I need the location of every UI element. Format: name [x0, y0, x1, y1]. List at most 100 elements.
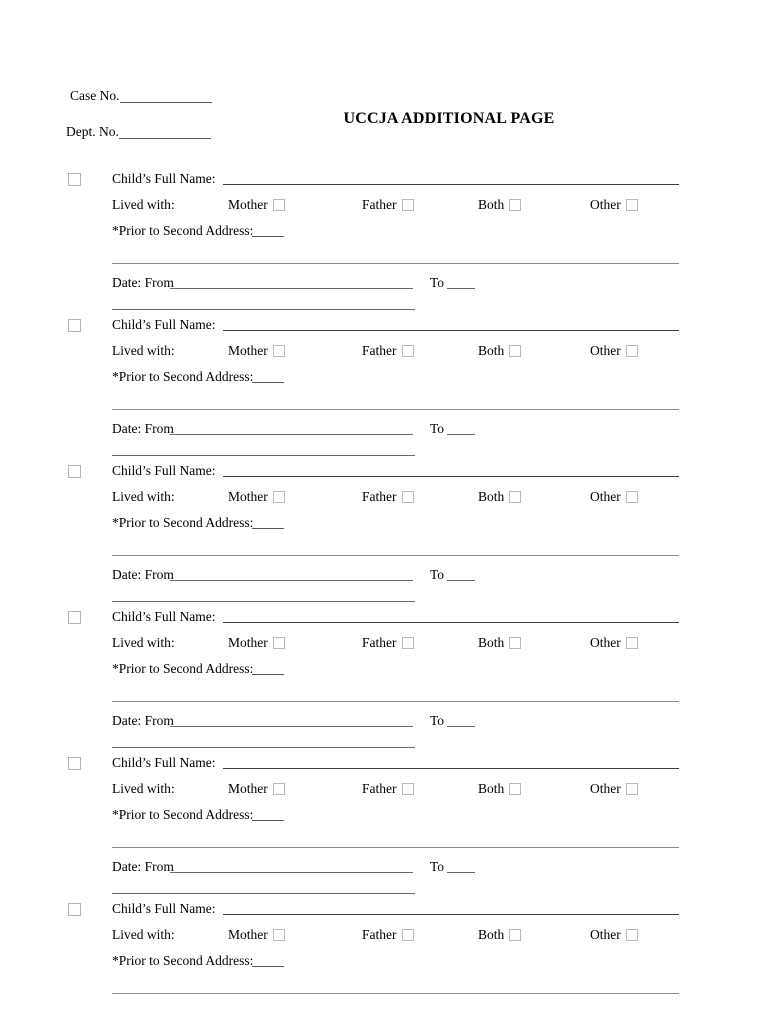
- prior-address-input[interactable]: [252, 528, 284, 529]
- lived-with-option-mother[interactable]: Mother: [228, 634, 285, 651]
- child-name-input[interactable]: [223, 184, 679, 185]
- lived-with-option-checkbox[interactable]: [625, 783, 638, 795]
- date-from-input[interactable]: [170, 434, 413, 435]
- prior-address-input[interactable]: [252, 382, 284, 383]
- lived-with-option-father[interactable]: Father: [362, 488, 414, 505]
- date-range-row: Date: From To: [0, 420, 770, 446]
- date-range-row: Date: From To: [0, 566, 770, 592]
- lived-with-option-father[interactable]: Father: [362, 342, 414, 359]
- lived-with-option-mother[interactable]: Mother: [228, 342, 285, 359]
- lived-with-option-both[interactable]: Both: [478, 926, 522, 943]
- lived-with-option-checkbox[interactable]: [272, 637, 285, 649]
- lived-with-option-checkbox[interactable]: [509, 345, 522, 357]
- lived-with-option-other[interactable]: Other: [590, 342, 638, 359]
- lived-with-option-checkbox[interactable]: [272, 491, 285, 503]
- prior-address-input[interactable]: [252, 966, 284, 967]
- lived-with-option-other[interactable]: Other: [590, 780, 638, 797]
- date-from-input[interactable]: [170, 872, 413, 873]
- entry-select-checkbox[interactable]: [68, 173, 81, 186]
- prior-address-input[interactable]: [252, 674, 284, 675]
- date-range-row: Date: From To: [0, 274, 770, 300]
- entry-select-checkbox[interactable]: [68, 757, 81, 770]
- date-to-input[interactable]: [447, 288, 475, 289]
- child-name-input[interactable]: [223, 330, 679, 331]
- lived-with-option-mother[interactable]: Mother: [228, 926, 285, 943]
- prior-address-input[interactable]: [252, 236, 284, 237]
- lived-with-option-checkbox[interactable]: [625, 929, 638, 941]
- lived-with-option-label: Other: [590, 781, 621, 796]
- lived-with-option-father[interactable]: Father: [362, 634, 414, 651]
- lived-with-option-both[interactable]: Both: [478, 196, 522, 213]
- lived-with-option-checkbox[interactable]: [625, 199, 638, 211]
- date-secondary-rule[interactable]: [112, 893, 415, 894]
- lived-with-option-checkbox[interactable]: [272, 199, 285, 211]
- lived-with-option-father[interactable]: Father: [362, 780, 414, 797]
- date-to-input[interactable]: [447, 434, 475, 435]
- child-name-input[interactable]: [223, 622, 679, 623]
- date-from-input[interactable]: [170, 580, 413, 581]
- lived-with-option-other[interactable]: Other: [590, 488, 638, 505]
- lived-with-option-father[interactable]: Father: [362, 926, 414, 943]
- lived-with-option-checkbox[interactable]: [625, 345, 638, 357]
- lived-with-option-checkbox[interactable]: [509, 199, 522, 211]
- lived-with-option-checkbox[interactable]: [401, 929, 414, 941]
- lived-with-option-checkbox[interactable]: [509, 929, 522, 941]
- date-secondary-rule[interactable]: [112, 601, 415, 602]
- lived-with-option-label: Father: [362, 781, 397, 796]
- date-secondary-rule[interactable]: [112, 455, 415, 456]
- lived-with-option-checkbox[interactable]: [272, 929, 285, 941]
- lived-with-option-checkbox[interactable]: [401, 637, 414, 649]
- prior-address-label: *Prior to Second Address:: [112, 807, 254, 822]
- case-number-blank[interactable]: [119, 90, 212, 103]
- date-to-label: To: [430, 567, 445, 582]
- lived-with-option-both[interactable]: Both: [478, 780, 522, 797]
- date-to-input[interactable]: [447, 580, 475, 581]
- child-name-row: Child’s Full Name:: [0, 754, 770, 780]
- date-to-input[interactable]: [447, 872, 475, 873]
- lived-with-option-checkbox[interactable]: [272, 783, 285, 795]
- lived-with-option-checkbox[interactable]: [509, 637, 522, 649]
- entry-select-checkbox[interactable]: [68, 465, 81, 478]
- case-number-field[interactable]: Case No.: [70, 88, 212, 103]
- date-to-input[interactable]: [447, 726, 475, 727]
- lived-with-option-checkbox[interactable]: [401, 199, 414, 211]
- lived-with-option-both[interactable]: Both: [478, 488, 522, 505]
- lived-with-option-checkbox[interactable]: [401, 345, 414, 357]
- child-name-label: Child’s Full Name:: [112, 755, 216, 770]
- lived-with-option-checkbox[interactable]: [509, 491, 522, 503]
- lived-with-option-checkbox[interactable]: [401, 783, 414, 795]
- date-underline-row: [0, 592, 770, 608]
- child-name-input[interactable]: [223, 914, 679, 915]
- lived-with-option-checkbox[interactable]: [509, 783, 522, 795]
- lived-with-option-both[interactable]: Both: [478, 342, 522, 359]
- lived-with-option-checkbox[interactable]: [625, 637, 638, 649]
- entry-select-checkbox[interactable]: [68, 903, 81, 916]
- lived-with-option-father[interactable]: Father: [362, 196, 414, 213]
- lived-with-option-checkbox[interactable]: [272, 345, 285, 357]
- block-separator-rule: [112, 263, 679, 264]
- child-name-row: Child’s Full Name:: [0, 608, 770, 634]
- prior-address-label: *Prior to Second Address:: [112, 953, 254, 968]
- entry-select-checkbox[interactable]: [68, 319, 81, 332]
- child-name-input[interactable]: [223, 768, 679, 769]
- date-secondary-rule[interactable]: [112, 747, 415, 748]
- prior-address-input[interactable]: [252, 820, 284, 821]
- lived-with-option-both[interactable]: Both: [478, 634, 522, 651]
- lived-with-option-other[interactable]: Other: [590, 634, 638, 651]
- lived-with-option-label: Both: [478, 927, 505, 942]
- lived-with-option-other[interactable]: Other: [590, 196, 638, 213]
- date-from-input[interactable]: [170, 726, 413, 727]
- lived-with-option-mother[interactable]: Mother: [228, 488, 285, 505]
- date-from-input[interactable]: [170, 288, 413, 289]
- lived-with-option-checkbox[interactable]: [401, 491, 414, 503]
- lived-with-option-label: Both: [478, 343, 505, 358]
- lived-with-option-checkbox[interactable]: [625, 491, 638, 503]
- date-secondary-rule[interactable]: [112, 309, 415, 310]
- lived-with-option-mother[interactable]: Mother: [228, 780, 285, 797]
- entry-select-checkbox[interactable]: [68, 611, 81, 624]
- lived-with-label: Lived with:: [112, 489, 175, 504]
- child-name-input[interactable]: [223, 476, 679, 477]
- child-name-label: Child’s Full Name:: [112, 609, 216, 624]
- lived-with-option-other[interactable]: Other: [590, 926, 638, 943]
- lived-with-option-mother[interactable]: Mother: [228, 196, 285, 213]
